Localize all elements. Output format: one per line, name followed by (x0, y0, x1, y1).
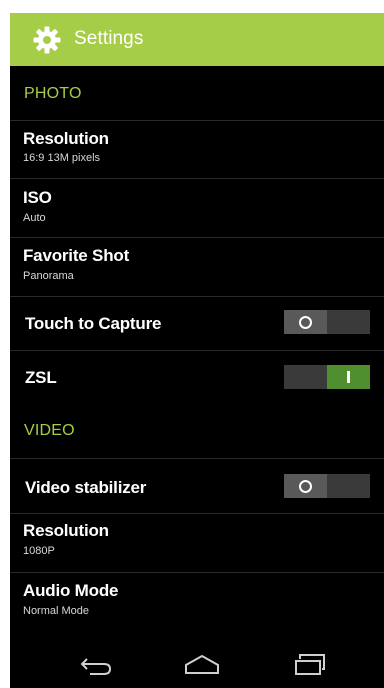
list-item-zsl[interactable]: ZSL (10, 350, 384, 404)
navigation-bar (10, 640, 384, 688)
toggle-off-icon (299, 480, 312, 493)
item-value: 16:9 13M pixels (23, 152, 101, 164)
gear-icon[interactable] (32, 25, 62, 55)
list-item-audio-mode[interactable]: Audio Mode Normal Mode (10, 572, 384, 640)
toggle-knob (284, 310, 327, 334)
item-value: Panorama (23, 270, 74, 282)
list-item-iso[interactable]: ISO Auto (10, 178, 384, 237)
list-item-video-stabilizer[interactable]: Video stabilizer (10, 458, 384, 513)
item-title: ZSL (25, 368, 57, 387)
item-title: ISO (23, 188, 52, 207)
item-title: Touch to Capture (25, 314, 162, 333)
item-value: Auto (23, 212, 46, 224)
list-item-photo-resolution[interactable]: Resolution 16:9 13M pixels (10, 120, 384, 178)
back-icon[interactable] (78, 652, 114, 676)
list-item-touch-to-capture[interactable]: Touch to Capture (10, 296, 384, 350)
action-bar: Settings (10, 13, 384, 66)
item-value: 1080P (23, 545, 55, 557)
recent-apps-icon[interactable] (292, 652, 328, 676)
page-title: Settings (74, 28, 144, 49)
list-item-favorite-shot[interactable]: Favorite Shot Panorama (10, 237, 384, 296)
section-header-photo: PHOTO (10, 66, 384, 120)
touch-to-capture-toggle[interactable] (284, 310, 370, 334)
item-title: Video stabilizer (25, 478, 147, 497)
section-header-video: VIDEO (10, 404, 384, 458)
item-title: Resolution (23, 521, 109, 540)
video-stabilizer-toggle[interactable] (284, 474, 370, 498)
section-label: PHOTO (24, 85, 82, 102)
list-item-video-resolution[interactable]: Resolution 1080P (10, 513, 384, 572)
item-title: Resolution (23, 129, 109, 148)
toggle-off-icon (299, 316, 312, 329)
home-icon[interactable] (184, 652, 220, 676)
item-title: Favorite Shot (23, 246, 130, 265)
zsl-toggle[interactable] (284, 365, 370, 389)
section-label: VIDEO (24, 422, 75, 439)
toggle-knob (327, 365, 370, 389)
item-title: Audio Mode (23, 581, 119, 600)
toggle-knob (284, 474, 327, 498)
item-value: Normal Mode (23, 605, 90, 617)
settings-screen: Settings PHOTO Resolution 16:9 13M pixel… (10, 13, 384, 688)
toggle-on-icon (347, 371, 350, 383)
